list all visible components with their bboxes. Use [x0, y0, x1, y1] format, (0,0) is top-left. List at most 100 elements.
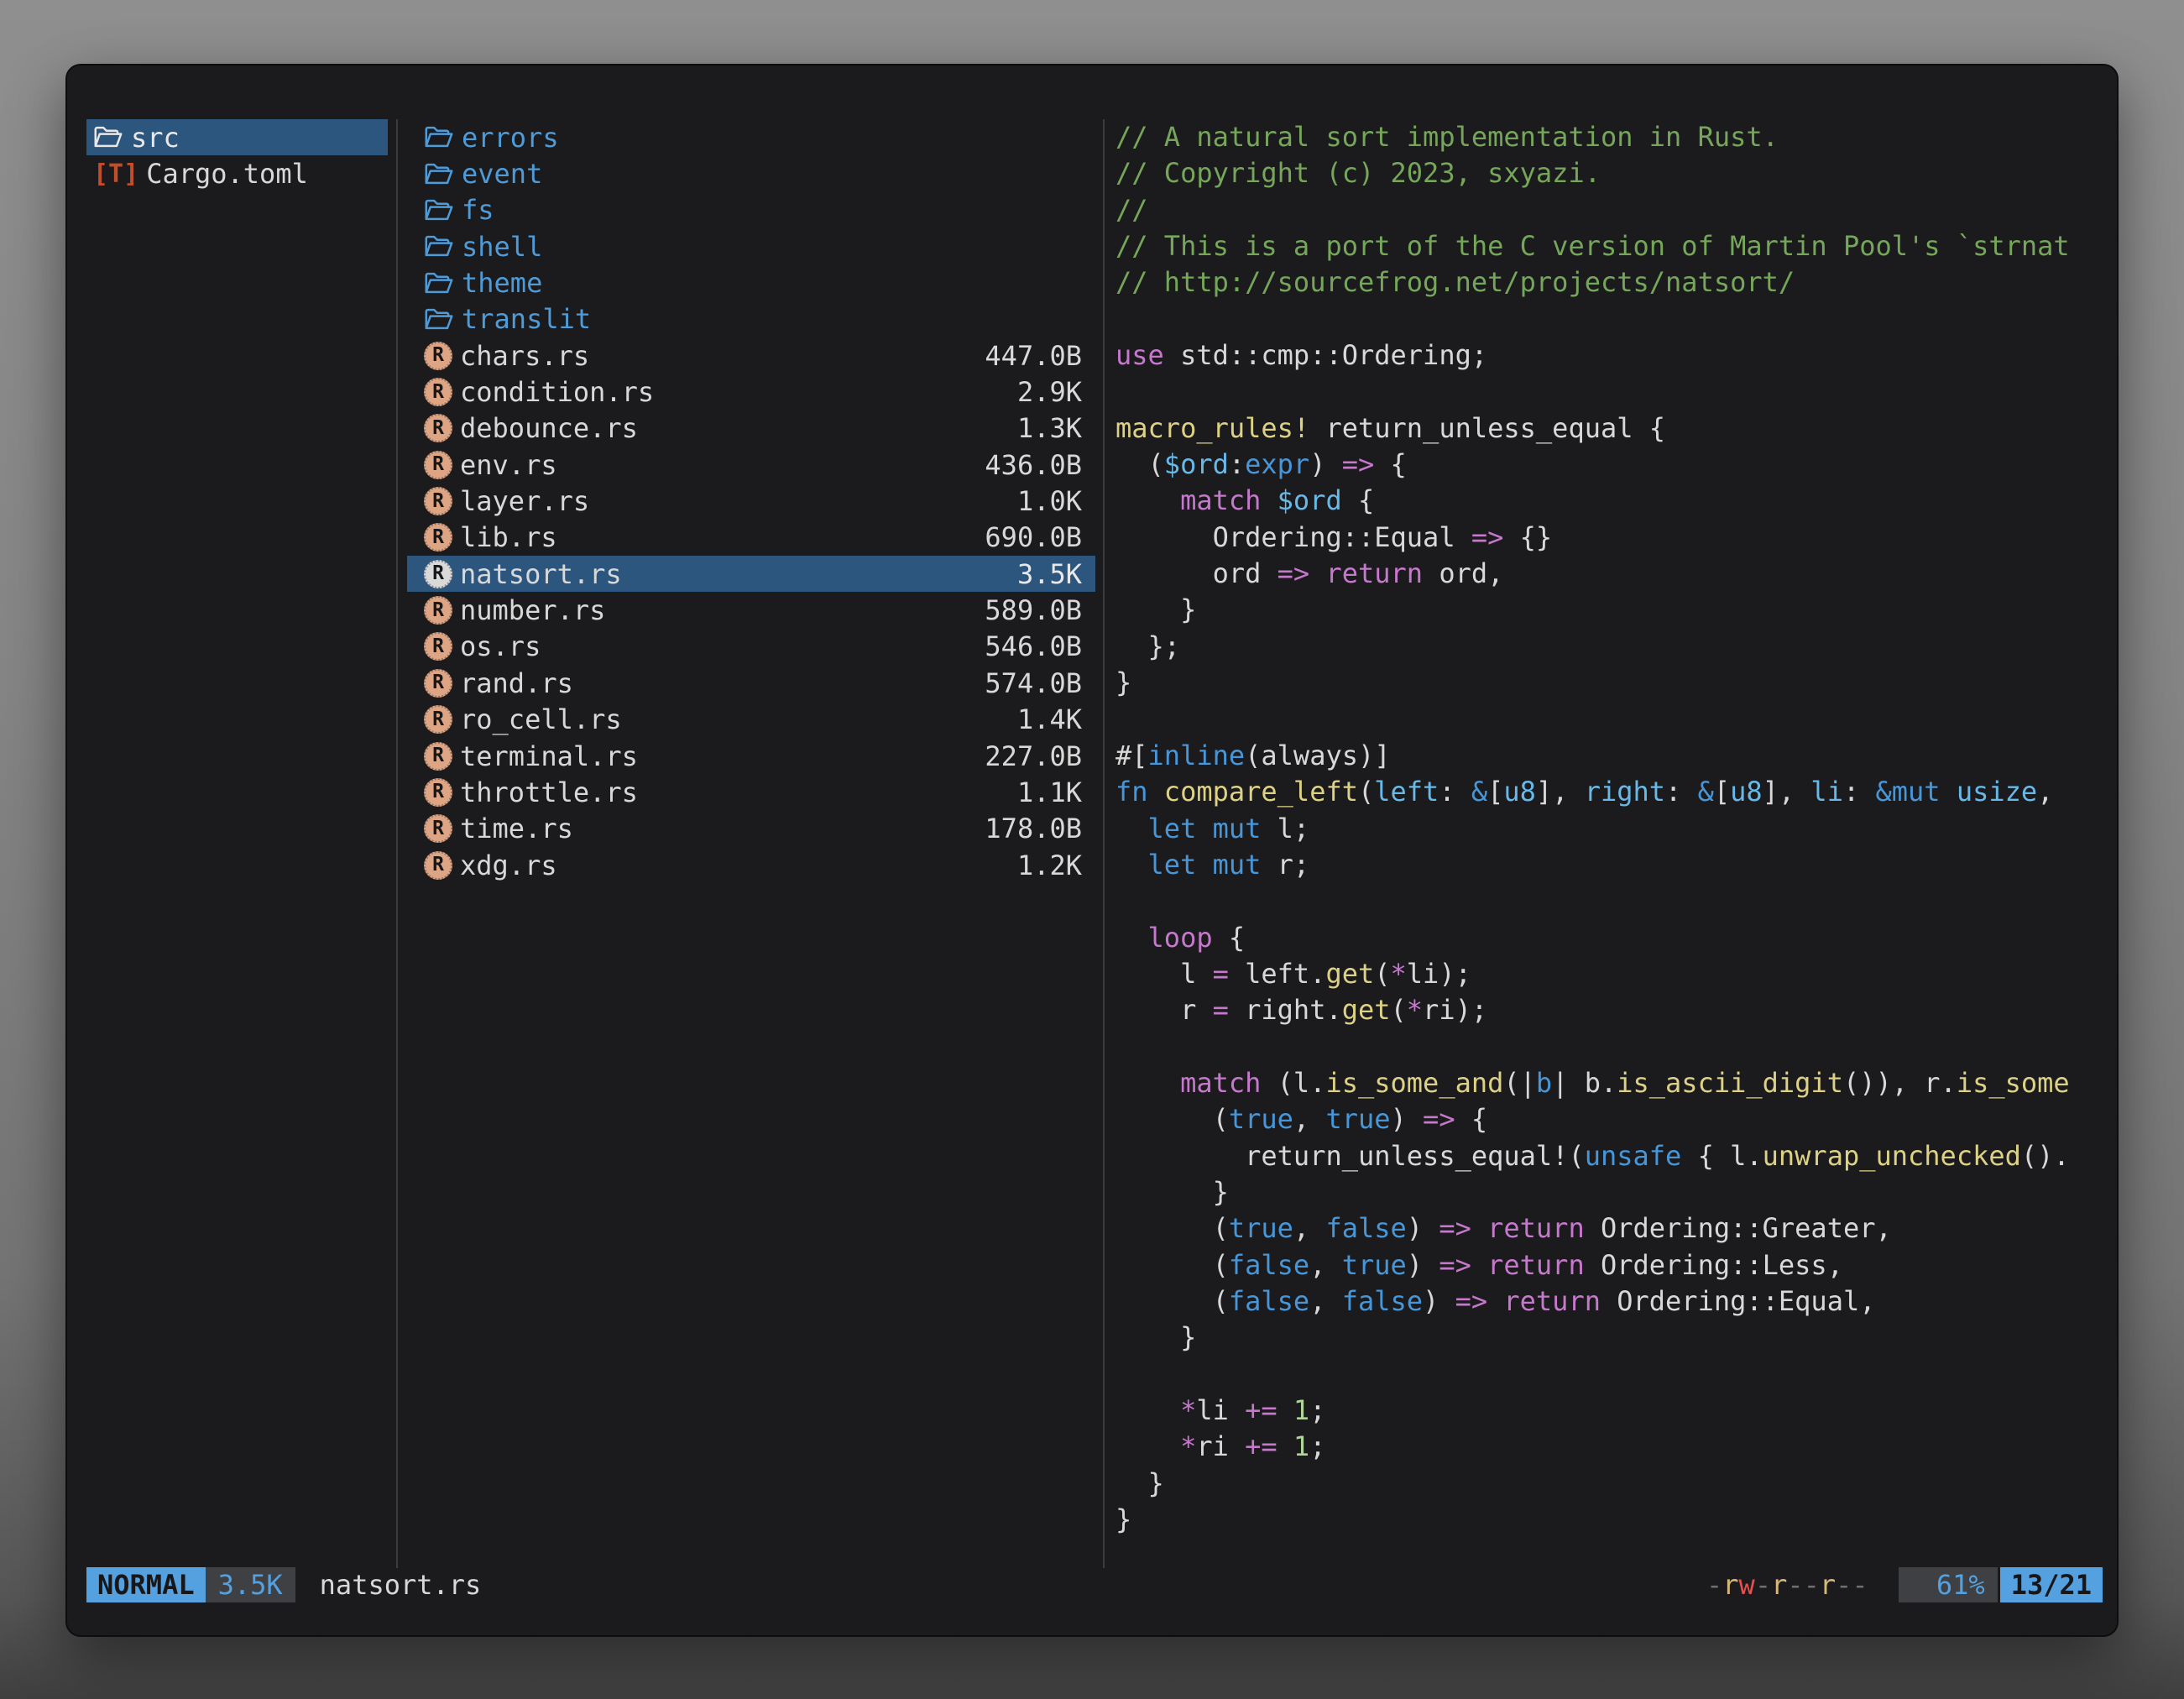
- file-size: 574.0B: [985, 667, 1082, 699]
- file-row[interactable]: Rterminal.rs227.0B: [407, 738, 1095, 774]
- code-line: }: [1116, 665, 2105, 701]
- file-row[interactable]: Rxdg.rs1.2K: [407, 847, 1095, 883]
- code-line: };: [1116, 629, 2105, 665]
- dir-row[interactable]: src: [86, 119, 388, 155]
- file-row[interactable]: Rthrottle.rs 1.1K: [407, 774, 1095, 810]
- parent-pane: src[T]Cargo.toml: [86, 119, 388, 192]
- rust-file-icon: R: [424, 378, 452, 406]
- dir-name: src: [131, 122, 180, 154]
- code-line: // This is a port of the C version of Ma…: [1116, 228, 2105, 264]
- code-line: l = left.get(*li);: [1116, 956, 2105, 992]
- dir-name: shell: [462, 231, 542, 263]
- code-line: use std::cmp::Ordering;: [1116, 337, 2105, 374]
- file-row[interactable]: [T]Cargo.toml: [86, 155, 388, 191]
- folder-open-icon: [424, 197, 454, 223]
- code-line: ord => return ord,: [1116, 556, 2105, 592]
- file-row[interactable]: Rrand.rs574.0B: [407, 665, 1095, 701]
- rust-file-icon: R: [424, 705, 452, 734]
- file-row[interactable]: Rlib.rs690.0B: [407, 520, 1095, 556]
- status-bar: NORMAL 3.5K natsort.rs -rw-r--r-- 61% 13…: [86, 1567, 2103, 1602]
- file-name: chars.rs: [460, 340, 589, 372]
- file-name: lib.rs: [460, 521, 557, 553]
- dir-row[interactable]: errors: [407, 119, 1095, 155]
- code-line: Ordering::Equal => {}: [1116, 520, 2105, 556]
- file-size: 546.0B: [985, 630, 1082, 662]
- dir-name: theme: [462, 267, 542, 299]
- file-size: 690.0B: [985, 521, 1082, 553]
- code-line: }: [1116, 1320, 2105, 1356]
- file-row[interactable]: Rchars.rs 447.0B: [407, 337, 1095, 374]
- file-size-badge: 3.5K: [206, 1567, 295, 1602]
- status-filename: natsort.rs: [320, 1569, 482, 1601]
- cursor-position-badge: 13/21: [2000, 1567, 2103, 1602]
- pane-divider: [396, 119, 398, 1568]
- permission-flag: r: [1771, 1569, 1787, 1601]
- rust-file-icon: R: [424, 742, 452, 771]
- dir-name: fs: [462, 194, 494, 226]
- file-row[interactable]: Ros.rs546.0B: [407, 629, 1095, 665]
- code-line: *li += 1;: [1116, 1393, 2105, 1429]
- file-size: 447.0B: [985, 340, 1082, 372]
- permission-flag: -: [1755, 1569, 1771, 1601]
- file-name: number.rs: [460, 594, 605, 626]
- code-line: *ri += 1;: [1116, 1429, 2105, 1465]
- code-line: fn compare_left(left: &[u8], right: &[u8…: [1116, 774, 2105, 810]
- file-name: time.rs: [460, 813, 573, 844]
- code-line: }: [1116, 1502, 2105, 1538]
- rust-file-icon: R: [424, 778, 452, 807]
- mode-badge: NORMAL: [86, 1567, 206, 1602]
- file-size: 436.0B: [985, 449, 1082, 481]
- file-size: 178.0B: [985, 813, 1082, 844]
- dir-row[interactable]: event: [407, 155, 1095, 191]
- file-row[interactable]: Renv.rs436.0B: [407, 447, 1095, 483]
- rust-file-icon: R: [424, 596, 452, 625]
- rust-file-icon: R: [424, 414, 452, 442]
- code-line: (false, true) => return Ordering::Less,: [1116, 1247, 2105, 1283]
- code-line: (true, true) => {: [1116, 1101, 2105, 1137]
- file-row[interactable]: Rlayer.rs1.0K: [407, 483, 1095, 519]
- rust-file-icon: R: [424, 342, 452, 370]
- file-row[interactable]: Rcondition.rs2.9K: [407, 374, 1095, 410]
- file-permissions: -rw-r--r--: [1706, 1569, 1868, 1601]
- file-name: env.rs: [460, 449, 557, 481]
- code-line: loop {: [1116, 920, 2105, 956]
- folder-open-icon: [424, 270, 454, 296]
- file-name: ro_cell.rs: [460, 703, 622, 735]
- file-row[interactable]: Rtime.rs 178.0B: [407, 811, 1095, 847]
- code-line: (true, false) => return Ordering::Greate…: [1116, 1210, 2105, 1247]
- yazi-file-manager-window: src[T]Cargo.toml errors event fs shell theme…: [65, 64, 2119, 1637]
- file-size: 227.0B: [985, 740, 1082, 772]
- file-name: layer.rs: [460, 485, 589, 517]
- dir-row[interactable]: fs: [407, 192, 1095, 228]
- code-line: }: [1116, 1466, 2105, 1502]
- file-name: rand.rs: [460, 667, 573, 699]
- file-row[interactable]: Rnumber.rs589.0B: [407, 592, 1095, 628]
- rust-file-icon: R: [424, 814, 452, 843]
- file-row[interactable]: Rnatsort.rs3.5K: [407, 556, 1095, 592]
- file-name: throttle.rs: [460, 776, 638, 808]
- folder-open-icon: [424, 233, 454, 259]
- dir-row[interactable]: shell: [407, 228, 1095, 264]
- folder-open-icon: [424, 161, 454, 187]
- dir-row[interactable]: theme: [407, 264, 1095, 301]
- code-line: let mut r;: [1116, 847, 2105, 883]
- current-pane: errorseventfsshellthemetranslitRchars.rs…: [407, 119, 1095, 883]
- permission-flag: --: [1836, 1569, 1868, 1601]
- code-line: //: [1116, 192, 2105, 228]
- file-name: xdg.rs: [460, 850, 557, 881]
- code-line: let mut l;: [1116, 811, 2105, 847]
- dir-name: errors: [462, 122, 559, 154]
- permission-flag: --: [1787, 1569, 1820, 1601]
- code-line: // Copyright (c) 2023, sxyazi.: [1116, 155, 2105, 191]
- file-row[interactable]: Rro_cell.rs1.4K: [407, 702, 1095, 738]
- code-line: #[inline(always)]: [1116, 738, 2105, 774]
- file-row[interactable]: Rdebounce.rs1.3K: [407, 410, 1095, 447]
- dir-name: event: [462, 158, 542, 190]
- file-name: debounce.rs: [460, 412, 638, 444]
- scroll-percent-badge: 61%: [1899, 1567, 1998, 1602]
- file-size: 1.1K: [1017, 776, 1082, 808]
- code-line: [1116, 374, 2105, 410]
- dir-row[interactable]: translit: [407, 301, 1095, 337]
- code-line: [1116, 301, 2105, 337]
- code-line: }: [1116, 592, 2105, 628]
